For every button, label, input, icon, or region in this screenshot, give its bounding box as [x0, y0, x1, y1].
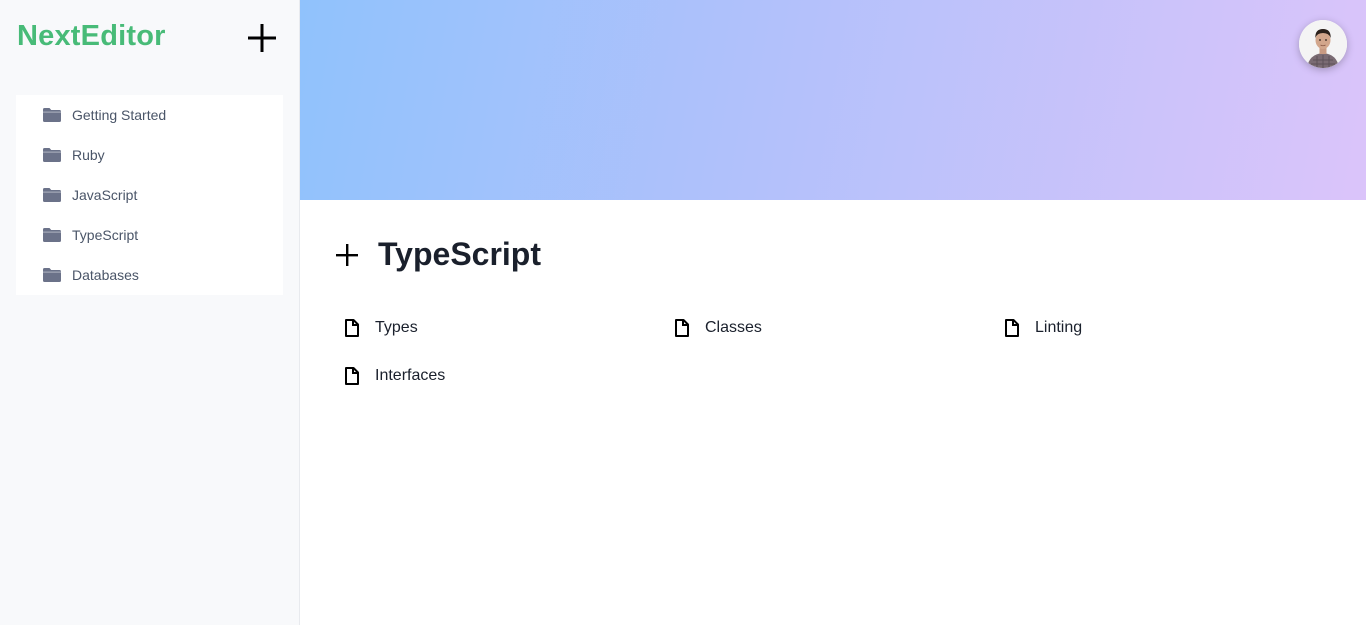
- file-icon: [345, 319, 359, 337]
- sidebar-item-databases[interactable]: Databases: [16, 255, 283, 295]
- folder-icon: [43, 108, 61, 122]
- folder-icon: [43, 228, 61, 242]
- main-panel: TypeScript Types Classes Linting Interfa…: [300, 0, 1366, 625]
- sidebar-item-label: TypeScript: [72, 227, 139, 243]
- folder-icon: [43, 148, 61, 162]
- sidebar-item-label: JavaScript: [72, 187, 138, 203]
- plus-icon: [336, 243, 358, 266]
- document-label: Linting: [1035, 319, 1083, 336]
- file-icon: [1005, 319, 1019, 337]
- sidebar-item-javascript[interactable]: JavaScript: [16, 175, 283, 215]
- folder-icon: [43, 268, 61, 282]
- file-icon: [675, 319, 689, 337]
- sidebar: NextEditor Getting Started Ruby JavaScri…: [0, 0, 300, 625]
- sidebar-item-getting-started[interactable]: Getting Started: [16, 95, 283, 135]
- document-item-classes[interactable]: Classes: [675, 318, 1005, 338]
- file-icon: [345, 367, 359, 385]
- page-header: TypeScript: [334, 236, 541, 273]
- folder-list: Getting Started Ruby JavaScript TypeScri…: [16, 95, 283, 295]
- avatar-image: [1299, 20, 1347, 68]
- sidebar-item-ruby[interactable]: Ruby: [16, 135, 283, 175]
- brand-logo[interactable]: NextEditor: [17, 20, 166, 53]
- app: NextEditor Getting Started Ruby JavaScri…: [0, 0, 1366, 625]
- document-grid: Types Classes Linting Interfaces: [345, 318, 1335, 386]
- add-folder-button[interactable]: [244, 20, 280, 56]
- document-label: Interfaces: [375, 367, 446, 384]
- document-item-linting[interactable]: Linting: [1005, 318, 1335, 338]
- document-label: Classes: [705, 319, 762, 336]
- sidebar-item-label: Getting Started: [72, 107, 167, 123]
- header-banner: [300, 0, 1366, 200]
- add-document-button[interactable]: [334, 242, 360, 268]
- user-avatar[interactable]: [1299, 20, 1347, 68]
- sidebar-item-label: Ruby: [72, 147, 105, 163]
- document-label: Types: [375, 319, 418, 336]
- sidebar-item-label: Databases: [72, 267, 139, 283]
- folder-icon: [43, 188, 61, 202]
- plus-icon: [248, 24, 276, 52]
- document-item-interfaces[interactable]: Interfaces: [345, 366, 675, 386]
- page-title: TypeScript: [378, 236, 541, 272]
- document-item-types[interactable]: Types: [345, 318, 675, 338]
- sidebar-item-typescript[interactable]: TypeScript: [16, 215, 283, 255]
